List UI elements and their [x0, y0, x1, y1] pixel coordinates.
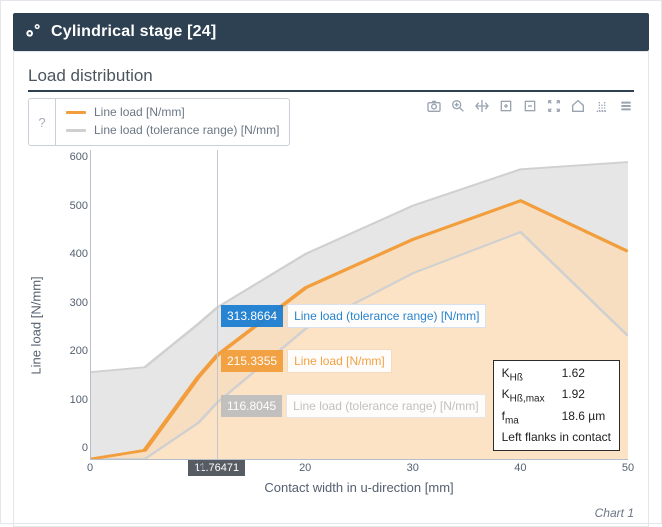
home-icon[interactable] — [570, 98, 586, 114]
legend-items: Line load [N/mm] Line load (tolerance ra… — [55, 98, 290, 146]
y-axis-label: Line load [N/mm] — [29, 276, 44, 374]
x-axis: Contact width in u-direction [mm] 010203… — [90, 460, 628, 500]
info-note: Left flanks in contact — [502, 429, 611, 446]
tooltip-value: 313.8664 — [221, 305, 283, 327]
divider — [28, 90, 634, 92]
legend: ? Line load [N/mm] Line load (tolerance … — [28, 98, 290, 146]
legend-swatch — [66, 129, 86, 132]
menu-icon[interactable] — [618, 98, 634, 114]
panel-header: Cylindrical stage [24] — [13, 13, 649, 51]
autoscale-icon[interactable] — [546, 98, 562, 114]
chart-card: Load distribution ? Line load [N/mm] Lin… — [13, 51, 649, 527]
panel-title: Cylindrical stage [24] — [51, 23, 216, 41]
tooltip-lower: 116.8045 Line load (tolerance range) [N/… — [221, 395, 486, 417]
camera-icon[interactable] — [426, 98, 442, 114]
gears-icon — [23, 20, 43, 45]
legend-toggle-button[interactable]: ? — [28, 98, 55, 146]
zoom-icon[interactable] — [450, 98, 466, 114]
legend-swatch — [66, 111, 86, 114]
info-box: KHß1.62 KHß,max1.92 fma18.6 µm Left flan… — [493, 360, 620, 451]
zoom-in-icon[interactable] — [498, 98, 514, 114]
legend-item: Line load (tolerance range) [N/mm] — [66, 121, 279, 139]
chart-toolbar: ? Line load [N/mm] Line load (tolerance … — [28, 98, 634, 146]
tooltip-label: Line load [N/mm] — [287, 349, 392, 373]
pan-icon[interactable] — [474, 98, 490, 114]
plot-tools — [426, 98, 634, 114]
tooltip-value: 116.8045 — [221, 395, 282, 417]
card-title: Load distribution — [28, 66, 634, 86]
y-axis: 0100200300400500600 — [56, 150, 88, 460]
tooltip-middle: 215.3355 Line load [N/mm] — [221, 350, 392, 372]
spike-lines-icon[interactable] — [594, 98, 610, 114]
tooltip-value: 215.3355 — [221, 350, 283, 372]
chart-area[interactable]: Line load [N/mm] 0100200300400500600 313… — [28, 150, 634, 500]
zoom-out-icon[interactable] — [522, 98, 538, 114]
tooltip-upper: 313.8664 Line load (tolerance range) [N/… — [221, 305, 486, 327]
x-axis-label: Contact width in u-direction [mm] — [90, 480, 628, 495]
legend-label[interactable]: Line load (tolerance range) [N/mm] — [94, 121, 279, 139]
hover-vertical-line — [217, 150, 218, 459]
tooltip-label: Line load (tolerance range) [N/mm] — [286, 394, 485, 418]
plot-surface[interactable]: 313.8664 Line load (tolerance range) [N/… — [90, 150, 628, 460]
chart-caption: Chart 1 — [28, 506, 634, 520]
legend-label[interactable]: Line load [N/mm] — [94, 103, 185, 121]
legend-item: Line load [N/mm] — [66, 103, 279, 121]
tooltip-label: Line load (tolerance range) [N/mm] — [287, 304, 486, 328]
